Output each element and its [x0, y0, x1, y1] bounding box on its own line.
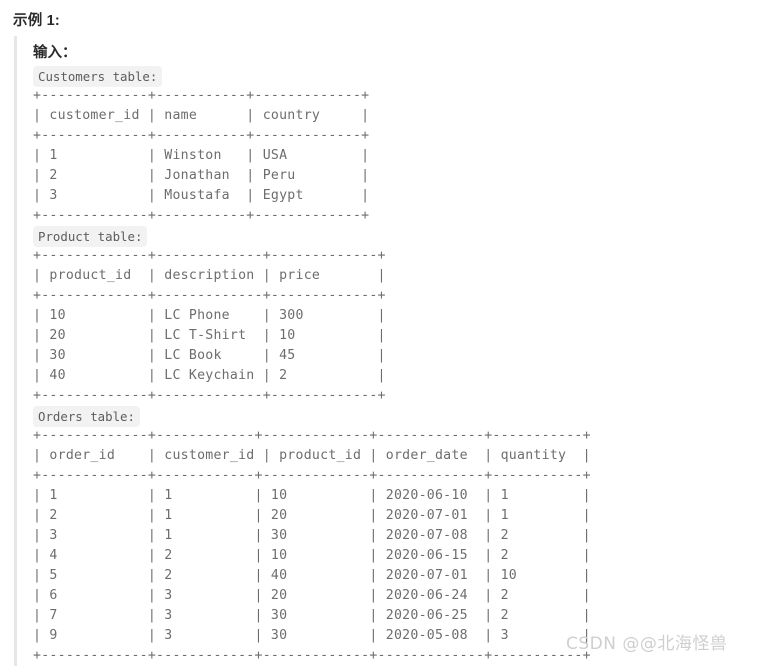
example-heading: 示例 1:	[13, 13, 60, 29]
product-table-ascii: +-------------+-------------+-----------…	[33, 248, 386, 403]
customers-table-chip: Customers table:	[33, 66, 163, 87]
document-page: 示例 1: 输入： Customers table: +------------…	[0, 0, 757, 666]
input-label: 输入：	[33, 45, 77, 61]
customers-table-ascii: +-------------+-----------+-------------…	[33, 88, 370, 223]
product-table-chip: Product table:	[33, 226, 148, 247]
csdn-watermark: CSDN @@北海怪兽	[566, 634, 728, 654]
blockquote-container: 输入： Customers table: +-------------+----…	[14, 36, 757, 666]
orders-table-ascii: +-------------+------------+------------…	[33, 428, 591, 663]
orders-table-chip: Orders table:	[33, 406, 140, 427]
